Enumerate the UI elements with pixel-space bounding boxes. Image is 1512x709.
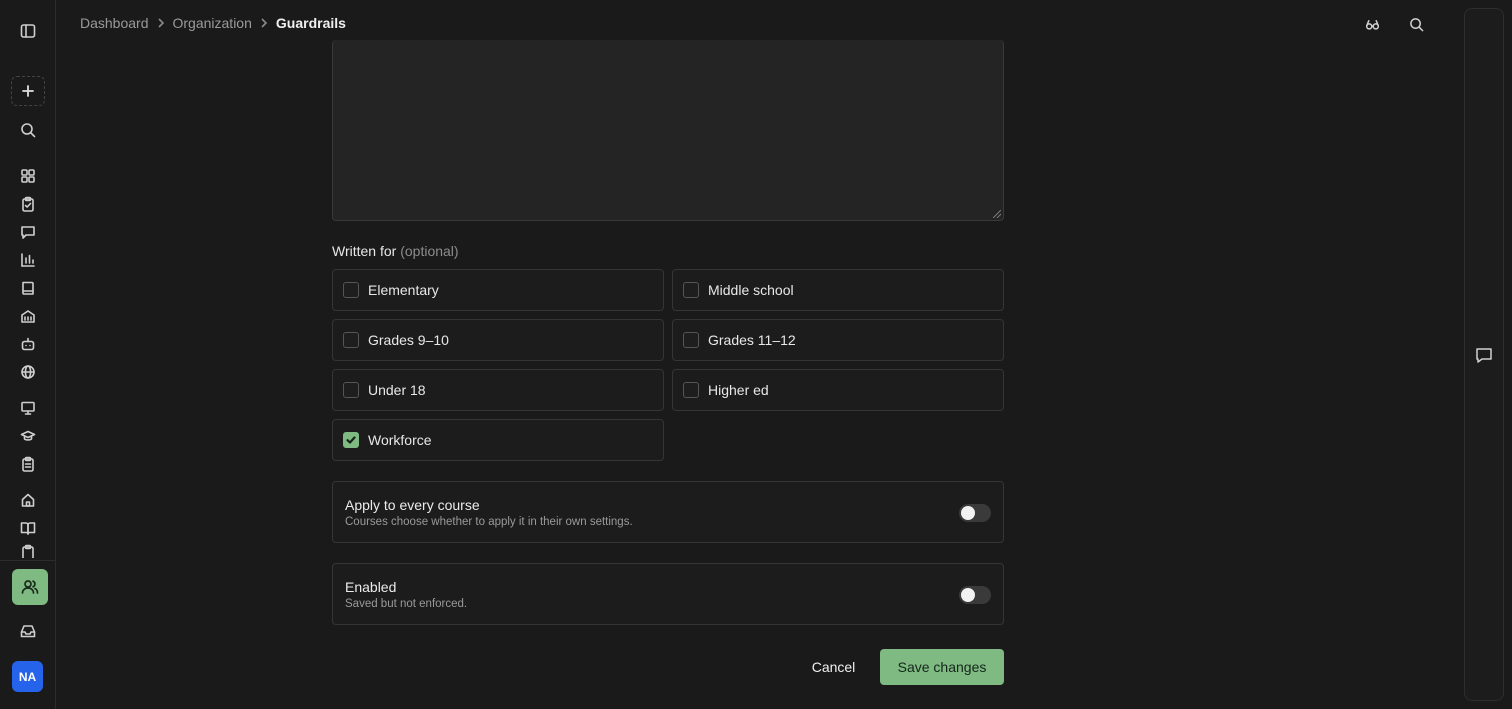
bar-chart-icon[interactable]	[16, 248, 40, 272]
audience-middle-school[interactable]: Middle school	[672, 269, 1004, 311]
cancel-button[interactable]: Cancel	[796, 651, 871, 683]
glasses-icon[interactable]	[1362, 14, 1382, 34]
audience-label: Elementary	[368, 282, 439, 298]
plus-icon	[22, 85, 34, 97]
search-icon[interactable]	[1406, 14, 1426, 34]
presentation-icon[interactable]	[16, 396, 40, 420]
audience-higher-ed[interactable]: Higher ed	[672, 369, 1004, 411]
audience-workforce[interactable]: Workforce	[332, 419, 664, 461]
book-icon[interactable]	[16, 276, 40, 300]
avatar[interactable]: NA	[12, 661, 43, 692]
apply-every-course-toggle[interactable]	[959, 504, 991, 522]
audience-label: Higher ed	[708, 382, 769, 398]
checkbox[interactable]	[683, 332, 699, 348]
audience-label: Workforce	[368, 432, 432, 448]
optional-hint: (optional)	[400, 243, 459, 259]
clipboard-check-icon[interactable]	[16, 192, 40, 216]
chevron-right-icon	[149, 17, 173, 29]
chat-icon[interactable]	[16, 220, 40, 244]
clipboard-list-icon[interactable]	[16, 452, 40, 476]
globe-icon[interactable]	[16, 360, 40, 384]
clipboard-icon[interactable]	[16, 544, 40, 558]
left-rail: NA	[0, 0, 56, 709]
enabled-title: Enabled	[345, 579, 397, 595]
guardrail-text-area[interactable]	[332, 40, 1004, 221]
checkbox-checked[interactable]	[343, 432, 359, 448]
chat-panel-icon[interactable]	[1474, 345, 1494, 365]
audience-label: Middle school	[708, 282, 794, 298]
right-side-panel	[1464, 8, 1504, 701]
breadcrumb-dashboard[interactable]: Dashboard	[80, 15, 149, 31]
audience-label: Grades 9–10	[368, 332, 449, 348]
written-for-label: Written for (optional)	[332, 243, 459, 259]
breadcrumb: Dashboard Organization Guardrails	[80, 15, 346, 31]
open-book-icon[interactable]	[16, 516, 40, 540]
enabled-description: Saved but not enforced.	[345, 598, 468, 610]
audience-under-18[interactable]: Under 18	[332, 369, 664, 411]
building-icon[interactable]	[16, 304, 40, 328]
breadcrumb-guardrails: Guardrails	[275, 15, 346, 31]
checkbox[interactable]	[343, 332, 359, 348]
new-item-button[interactable]	[11, 76, 45, 106]
chevron-right-icon	[252, 17, 276, 29]
grid-icon[interactable]	[16, 164, 40, 188]
audience-label: Under 18	[368, 382, 426, 398]
enabled-card: Enabled Saved but not enforced.	[332, 563, 1004, 625]
users-icon	[21, 580, 39, 594]
breadcrumb-organization[interactable]: Organization	[173, 15, 252, 31]
inbox-icon[interactable]	[16, 619, 40, 643]
search-icon[interactable]	[16, 118, 40, 142]
home-icon[interactable]	[16, 488, 40, 512]
rail-divider	[0, 560, 56, 561]
save-changes-button[interactable]: Save changes	[880, 649, 1004, 685]
audience-elementary[interactable]: Elementary	[332, 269, 664, 311]
written-for-text: Written for	[332, 243, 397, 259]
enabled-toggle[interactable]	[959, 586, 991, 604]
checkbox[interactable]	[343, 382, 359, 398]
sidebar-toggle-icon[interactable]	[16, 19, 40, 43]
toggle-knob	[961, 588, 975, 602]
users-button[interactable]	[12, 569, 48, 605]
apply-every-course-card: Apply to every course Courses choose whe…	[332, 481, 1004, 543]
audience-grades-9-10[interactable]: Grades 9–10	[332, 319, 664, 361]
resize-handle[interactable]	[993, 210, 1001, 218]
bot-icon[interactable]	[16, 332, 40, 356]
toggle-knob	[961, 506, 975, 520]
check-icon	[346, 436, 356, 444]
checkbox[interactable]	[683, 382, 699, 398]
apply-every-course-title: Apply to every course	[345, 497, 480, 513]
checkbox[interactable]	[683, 282, 699, 298]
graduation-cap-icon[interactable]	[16, 424, 40, 448]
audience-label: Grades 11–12	[708, 332, 796, 348]
apply-every-course-description: Courses choose whether to apply it in th…	[345, 516, 633, 528]
audience-grades-11-12[interactable]: Grades 11–12	[672, 319, 1004, 361]
checkbox[interactable]	[343, 282, 359, 298]
